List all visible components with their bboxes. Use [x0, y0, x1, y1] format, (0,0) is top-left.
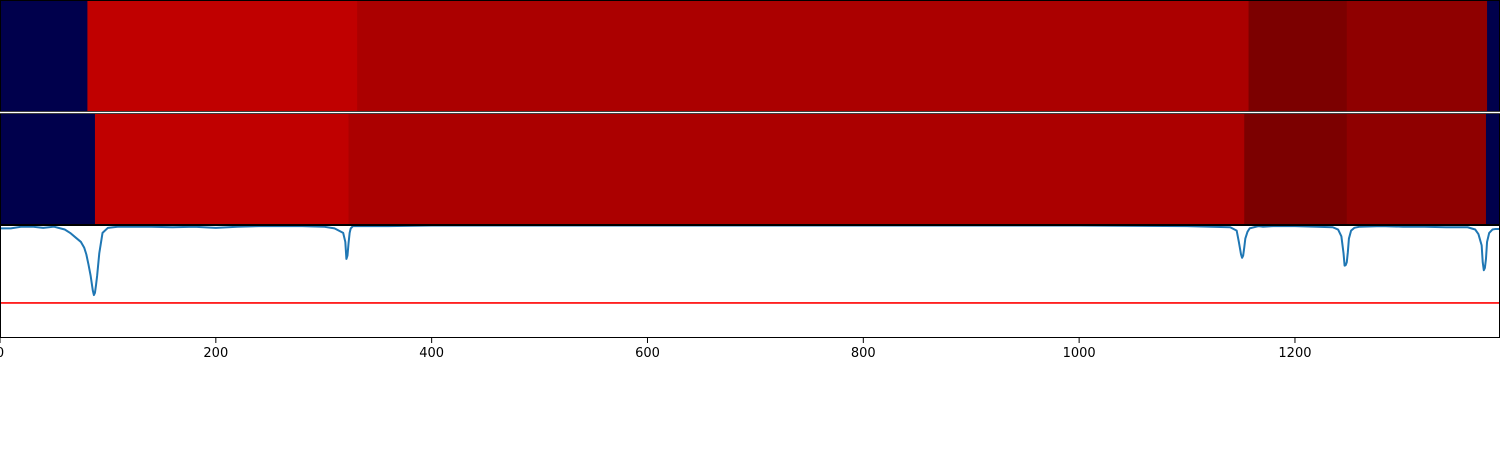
heatmap-cell-1-4: [1248, 0, 1348, 112]
x-tick-label: 400: [419, 346, 444, 361]
x-tick-label: 600: [635, 346, 660, 361]
line-plot-panel: [0, 224, 1500, 304]
heatmap-cell-2-5: [1346, 113, 1487, 225]
heatmap-top-panel: [0, 0, 1500, 112]
x-tick-label: 1000: [1063, 346, 1096, 361]
series-line-blue: [0, 224, 1500, 297]
heatmap-cell-1-1: [0, 0, 89, 112]
heatmap-cell-1-2: [87, 0, 358, 112]
heatmap-bottom-panel: [0, 113, 1500, 225]
heatmap-cell-2-6: [1485, 113, 1500, 225]
heatmap-cell-1-3: [357, 0, 1250, 112]
heatmap-cell-2-3: [348, 113, 1245, 225]
x-tick-label: 0: [0, 346, 4, 361]
heatmap-cell-1-5: [1346, 0, 1488, 112]
x-tick-label: 1200: [1278, 346, 1311, 361]
chart-figure: 0 200 400 600 800 1000 1200: [0, 0, 1500, 450]
heatmap-cell-2-4: [1244, 113, 1348, 225]
chart-canvas: 0 200 400 600 800 1000 1200: [0, 0, 1500, 361]
heatmap-cell-2-2: [94, 113, 350, 225]
x-axis: 0 200 400 600 800 1000 1200: [0, 338, 1312, 361]
heatmap-cell-1-6: [1487, 0, 1500, 112]
heatmap-cell-2-1: [0, 113, 96, 225]
x-tick-label: 200: [203, 346, 228, 361]
x-tick-label: 800: [851, 346, 876, 361]
panel-frame-3: [0, 225, 1500, 338]
